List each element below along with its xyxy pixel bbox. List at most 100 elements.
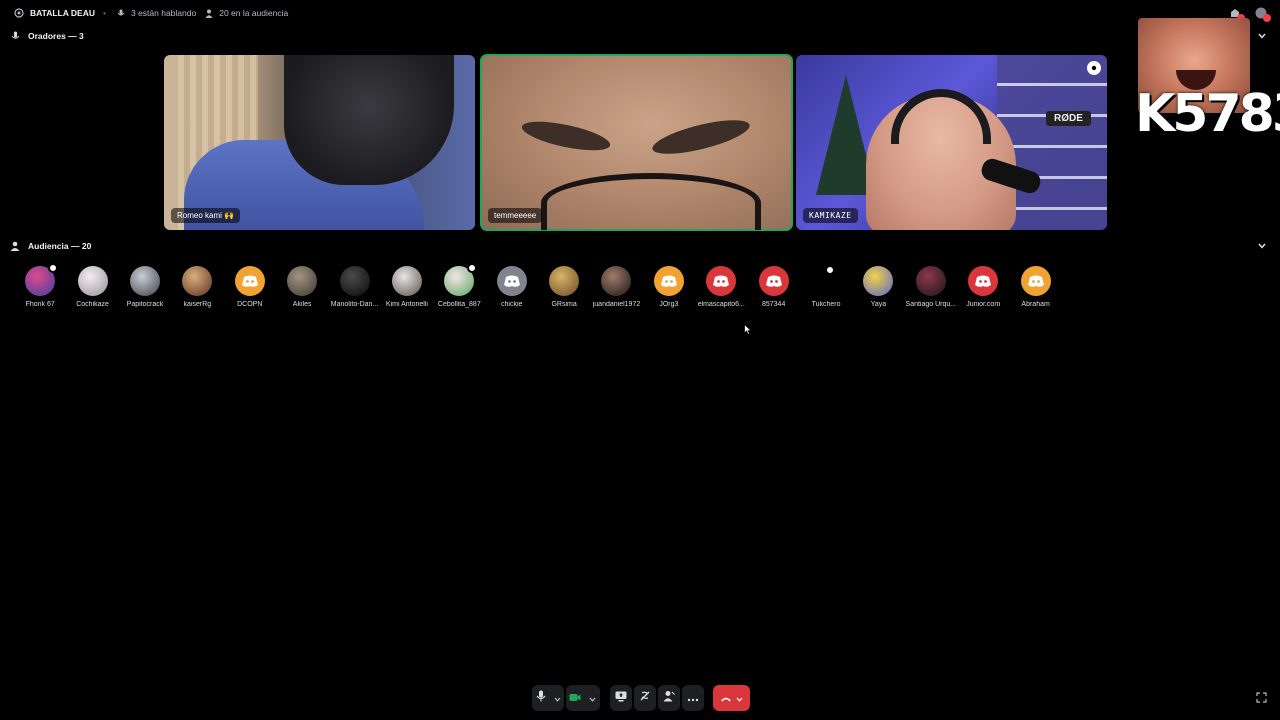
audience-member[interactable]: DCOPN <box>224 266 276 308</box>
video-figure <box>541 173 761 230</box>
avatar <box>549 266 580 296</box>
discord-logo-icon <box>660 275 677 287</box>
mic-button[interactable] <box>532 685 565 711</box>
audience-member[interactable]: JOrg3 <box>643 266 695 308</box>
audience-member[interactable]: kaiserRg <box>171 266 223 308</box>
request-speak-icon <box>663 689 675 707</box>
audience-member[interactable]: Manolito-Dan... <box>328 266 380 308</box>
chevron-down-icon[interactable] <box>589 689 596 707</box>
member-name: DCOPN <box>237 301 263 308</box>
camera-icon <box>1087 61 1101 75</box>
chevron-down-icon[interactable] <box>1258 241 1266 251</box>
member-name: Santiago Urqu... <box>905 301 957 308</box>
member-name: Junior.com <box>966 301 1001 308</box>
mic-icon <box>114 6 128 20</box>
speakers-title: Oradores — 3 <box>28 31 84 41</box>
audience-member[interactable]: elmascapito6... <box>695 266 747 308</box>
stage-icon <box>12 6 26 20</box>
member-name: Cochikaze <box>76 301 109 308</box>
mic-icon <box>8 29 22 43</box>
avatar <box>391 266 422 296</box>
audience-member[interactable]: Akiles <box>276 266 328 308</box>
speakers-header[interactable]: Oradores — 3 <box>8 28 1272 44</box>
disconnect-icon <box>720 689 732 707</box>
audience-member[interactable]: Kimi Antonelli <box>381 266 433 308</box>
member-name: Tukchero <box>811 301 841 308</box>
screen-share-button[interactable] <box>609 685 632 711</box>
audience-member[interactable]: Fhonk 67 <box>14 263 66 308</box>
audience-member[interactable]: Yaya <box>852 266 904 308</box>
audience-header[interactable]: Audiencia — 20 <box>8 238 1272 254</box>
audience-member[interactable]: chickie <box>486 266 538 308</box>
microphone-brand: RØDE <box>1046 111 1091 126</box>
speaker-tile[interactable]: RØDE KAMIKAZE <box>796 55 1107 230</box>
avatar <box>1020 266 1051 296</box>
member-name: elmascapito6... <box>697 301 745 308</box>
audience-member[interactable]: juandaniel1972 <box>590 266 642 308</box>
audience-member[interactable]: Papitocrack <box>119 266 171 308</box>
audience-member[interactable]: 857344 <box>747 266 799 308</box>
popout-overlay: K5783 <box>1135 18 1280 148</box>
chevron-down-icon[interactable] <box>736 689 743 707</box>
audience-member[interactable]: Abraham <box>1009 266 1061 308</box>
person-icon <box>8 239 22 253</box>
avatar <box>706 266 737 296</box>
member-name: JOrg3 <box>659 301 679 308</box>
speaker-name: Romeo kami 🙌 <box>171 208 241 223</box>
avatar <box>758 266 789 296</box>
video-figure <box>519 115 613 157</box>
person-icon <box>202 6 216 20</box>
video-figure <box>891 89 991 144</box>
speaker-tile[interactable]: Romeo kami 🙌 <box>164 55 475 230</box>
camera-button[interactable] <box>566 685 600 711</box>
avatar <box>863 266 894 296</box>
mouse-cursor-icon <box>744 322 752 340</box>
status-indicator <box>825 265 836 275</box>
avatar <box>601 266 632 296</box>
speaker-tile-active[interactable]: temmeeeee <box>480 54 793 231</box>
member-name: kaiserRg <box>183 301 212 308</box>
speaking-count-text: 3 están hablando <box>130 8 197 18</box>
separator: • <box>103 8 106 18</box>
status-indicator <box>48 263 59 273</box>
speaker-name: temmeeeee <box>488 208 543 223</box>
activity-icon <box>639 689 651 707</box>
activity-button[interactable] <box>633 685 656 711</box>
audience-member[interactable]: Tukchero <box>800 265 852 308</box>
disconnect-button[interactable] <box>713 685 750 711</box>
discord-logo-icon <box>765 275 782 287</box>
avatar <box>444 263 478 296</box>
audience-title: Audiencia — 20 <box>28 241 92 251</box>
chevron-down-icon[interactable] <box>554 689 561 707</box>
member-name: Fhonk 67 <box>25 301 55 308</box>
avatar <box>25 263 59 296</box>
status-indicator <box>467 263 478 273</box>
audience-member[interactable]: Junior.com <box>957 266 1009 308</box>
top-bar: BATALLA DEAU • 3 están hablando 20 en la… <box>0 0 1280 26</box>
fullscreen-icon[interactable] <box>1256 690 1267 708</box>
avatar <box>182 266 213 296</box>
channel-name: BATALLA DEAU <box>30 8 95 18</box>
speaker-name: KAMIKAZE <box>803 208 858 223</box>
audience-member[interactable]: Cochikaze <box>66 266 118 308</box>
member-name: chickie <box>501 301 523 308</box>
mic-icon <box>536 689 546 707</box>
audience-member[interactable]: Cebollita_887 <box>433 263 485 308</box>
avatar <box>339 266 370 296</box>
audience-count-text: 20 en la audiencia <box>219 8 289 18</box>
avatar <box>234 266 265 296</box>
avatar <box>653 266 684 296</box>
channel-title[interactable]: BATALLA DEAU <box>12 6 95 20</box>
discord-logo-icon <box>1027 275 1044 287</box>
discord-logo-icon <box>241 275 258 287</box>
audience-member[interactable]: Santiago Urqu... <box>905 266 957 308</box>
avatar <box>287 266 318 296</box>
speaking-count: 3 están hablando <box>114 6 196 20</box>
video-figure <box>284 55 454 185</box>
request-speak-button[interactable] <box>657 685 680 711</box>
avatar <box>496 266 527 296</box>
discord-logo-icon <box>503 275 520 287</box>
more-options-button[interactable] <box>681 685 704 711</box>
avatar <box>968 266 999 296</box>
audience-member[interactable]: GRsima <box>538 266 590 308</box>
